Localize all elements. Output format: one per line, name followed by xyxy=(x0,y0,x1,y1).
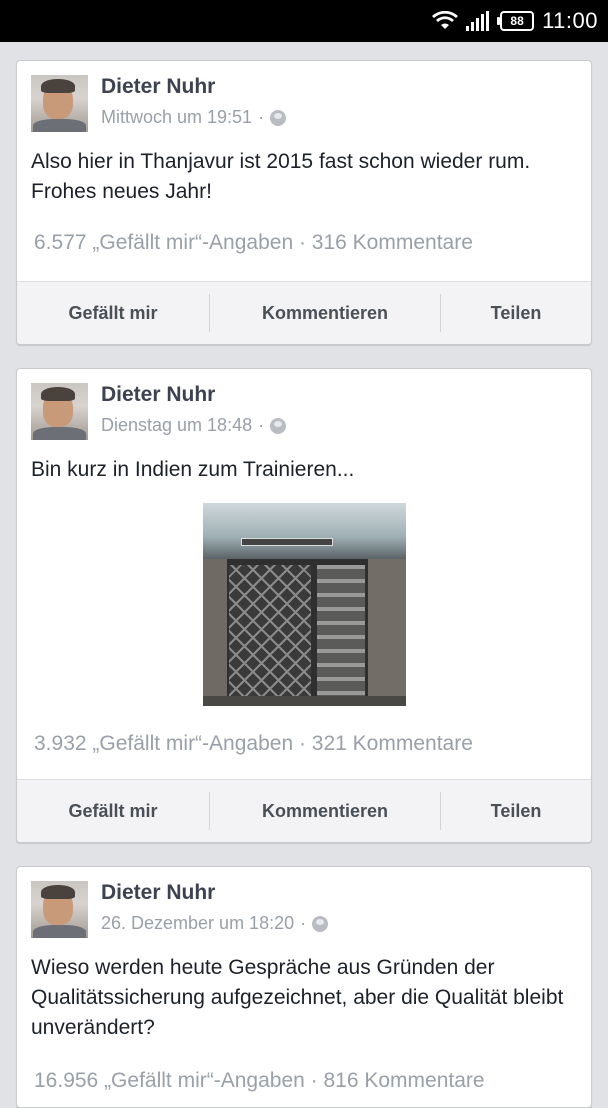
post-text: Bin kurz in Indien zum Trainieren... xyxy=(31,458,355,481)
battery-icon: 88 xyxy=(497,11,535,31)
post-meta: Dienstag um 18:48 · xyxy=(101,415,287,436)
globe-icon xyxy=(270,109,287,126)
avatar[interactable] xyxy=(31,881,88,938)
post-stats[interactable]: 6.577 „Gefällt mir“-Angaben · 316 Kommen… xyxy=(17,217,591,269)
post-time[interactable]: Dienstag um 18:48 xyxy=(101,415,252,436)
like-button[interactable]: Gefällt mir xyxy=(17,780,209,842)
post-stats[interactable]: 3.932 „Gefällt mir“-Angaben · 321 Kommen… xyxy=(17,718,591,770)
share-button[interactable]: Teilen xyxy=(441,780,591,842)
post-meta: 26. Dezember um 18:20 · xyxy=(101,913,329,934)
share-button[interactable]: Teilen xyxy=(441,282,591,344)
post-text: Wieso werden heute Gespräche aus Gründen… xyxy=(31,956,564,1039)
action-bar: Gefällt mir Kommentieren Teilen xyxy=(17,281,591,344)
avatar[interactable] xyxy=(31,75,88,132)
action-bar: Gefällt mir Kommentieren Teilen xyxy=(17,779,591,842)
post-header: Dieter Nuhr Dienstag um 18:48 · xyxy=(17,369,591,445)
comment-button[interactable]: Kommentieren xyxy=(210,282,440,344)
post-photo[interactable] xyxy=(202,503,406,706)
status-bar: 88 11:00 xyxy=(0,0,608,42)
globe-icon xyxy=(312,915,329,932)
post-header: Dieter Nuhr Mittwoch um 19:51 · xyxy=(17,61,591,137)
post-time[interactable]: Mittwoch um 19:51 xyxy=(101,107,252,128)
battery-level: 88 xyxy=(510,14,524,28)
post-time[interactable]: 26. Dezember um 18:20 xyxy=(101,913,294,934)
post-text: Also hier in Thanjavur ist 2015 fast sch… xyxy=(31,150,531,203)
post-card: Dieter Nuhr Dienstag um 18:48 · Bin kurz… xyxy=(16,368,592,843)
post-header: Dieter Nuhr 26. Dezember um 18:20 · xyxy=(17,867,591,943)
author-name[interactable]: Dieter Nuhr xyxy=(101,75,215,99)
post-card: Dieter Nuhr Mittwoch um 19:51 · Also hie… xyxy=(16,60,592,345)
meta-separator: · xyxy=(258,107,265,127)
globe-icon xyxy=(270,417,287,434)
clock: 11:00 xyxy=(542,8,598,33)
meta-separator: · xyxy=(258,415,265,435)
author-name[interactable]: Dieter Nuhr xyxy=(101,881,215,905)
post-meta: Mittwoch um 19:51 · xyxy=(101,107,287,128)
comment-button[interactable]: Kommentieren xyxy=(210,780,440,842)
post-card: Dieter Nuhr 26. Dezember um 18:20 · Wies… xyxy=(16,866,592,1108)
like-button[interactable]: Gefällt mir xyxy=(17,282,209,344)
post-stats[interactable]: 16.956 „Gefällt mir“-Angaben · 816 Komme… xyxy=(17,1055,591,1107)
meta-separator: · xyxy=(300,913,307,933)
signal-icon xyxy=(466,11,490,31)
author-name[interactable]: Dieter Nuhr xyxy=(101,383,215,407)
wifi-icon xyxy=(432,11,459,29)
avatar[interactable] xyxy=(31,383,88,440)
